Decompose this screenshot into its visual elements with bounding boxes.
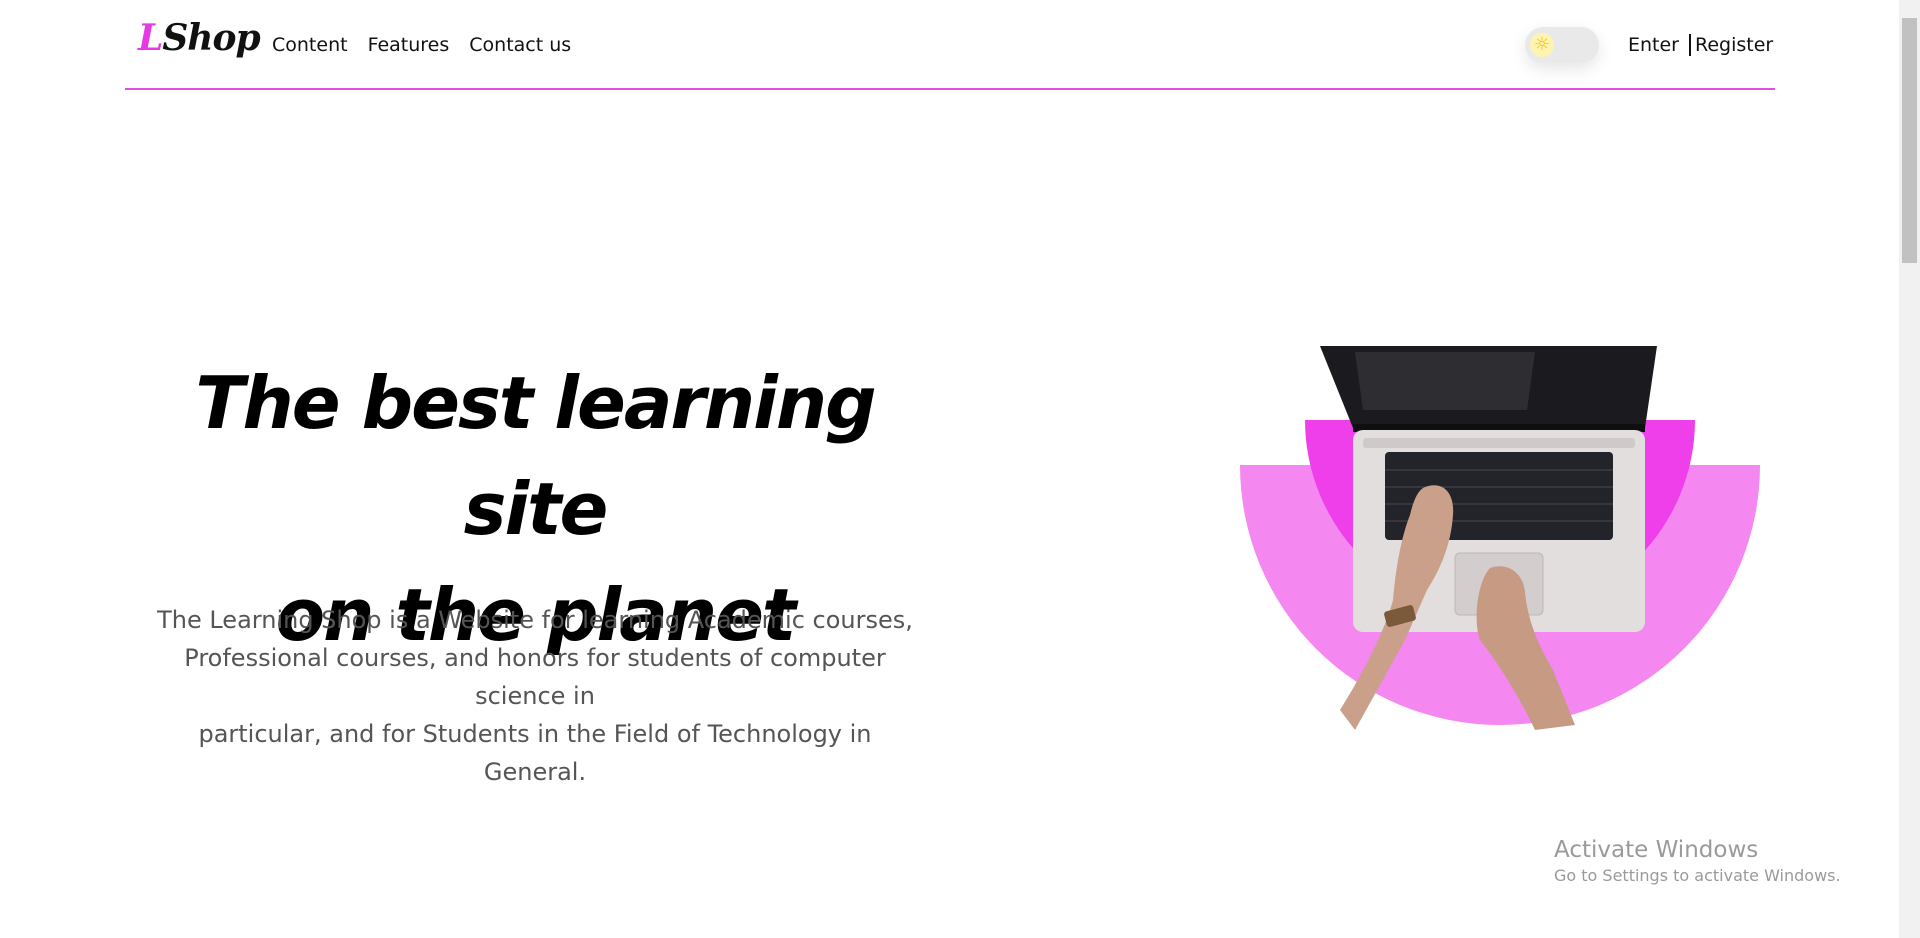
theme-toggle[interactable]: ☼ bbox=[1525, 27, 1599, 63]
sun-icon: ☼ bbox=[1530, 33, 1554, 57]
watermark-subtitle: Go to Settings to activate Windows. bbox=[1554, 866, 1841, 885]
hero-description-line-3: particular, and for Students in the Fiel… bbox=[198, 720, 872, 786]
auth-divider bbox=[1689, 34, 1691, 56]
site-header: LShop Content Features Contact us ☼ Ente… bbox=[125, 0, 1775, 90]
register-link[interactable]: Register bbox=[1695, 34, 1773, 56]
nav-item-features[interactable]: Features bbox=[368, 34, 450, 56]
windows-activation-watermark: Activate Windows Go to Settings to activ… bbox=[1554, 836, 1841, 888]
logo-letter: L bbox=[138, 17, 163, 59]
hero-title-line-1: The best learning site bbox=[195, 361, 876, 551]
site-logo[interactable]: LShop bbox=[138, 17, 261, 59]
hero-description: The Learning Shop is a Website for learn… bbox=[145, 601, 925, 791]
auth-links: Enter Register bbox=[1628, 34, 1773, 56]
nav-item-content[interactable]: Content bbox=[272, 34, 348, 56]
hero-laptop-illustration bbox=[1240, 346, 1760, 730]
main-nav: Content Features Contact us bbox=[272, 34, 571, 56]
logo-wordmark: Shop bbox=[162, 17, 260, 59]
nav-item-contact-us[interactable]: Contact us bbox=[469, 34, 571, 56]
scrollbar-thumb[interactable] bbox=[1902, 18, 1917, 263]
watermark-title: Activate Windows bbox=[1554, 837, 1759, 863]
hero-description-line-1: The Learning Shop is a Website for learn… bbox=[157, 606, 913, 634]
hero-description-line-2: Professional courses, and honors for stu… bbox=[184, 644, 886, 710]
enter-link[interactable]: Enter bbox=[1628, 34, 1679, 56]
page: LShop Content Features Contact us ☼ Ente… bbox=[0, 0, 1920, 938]
vertical-scrollbar[interactable] bbox=[1899, 0, 1920, 938]
